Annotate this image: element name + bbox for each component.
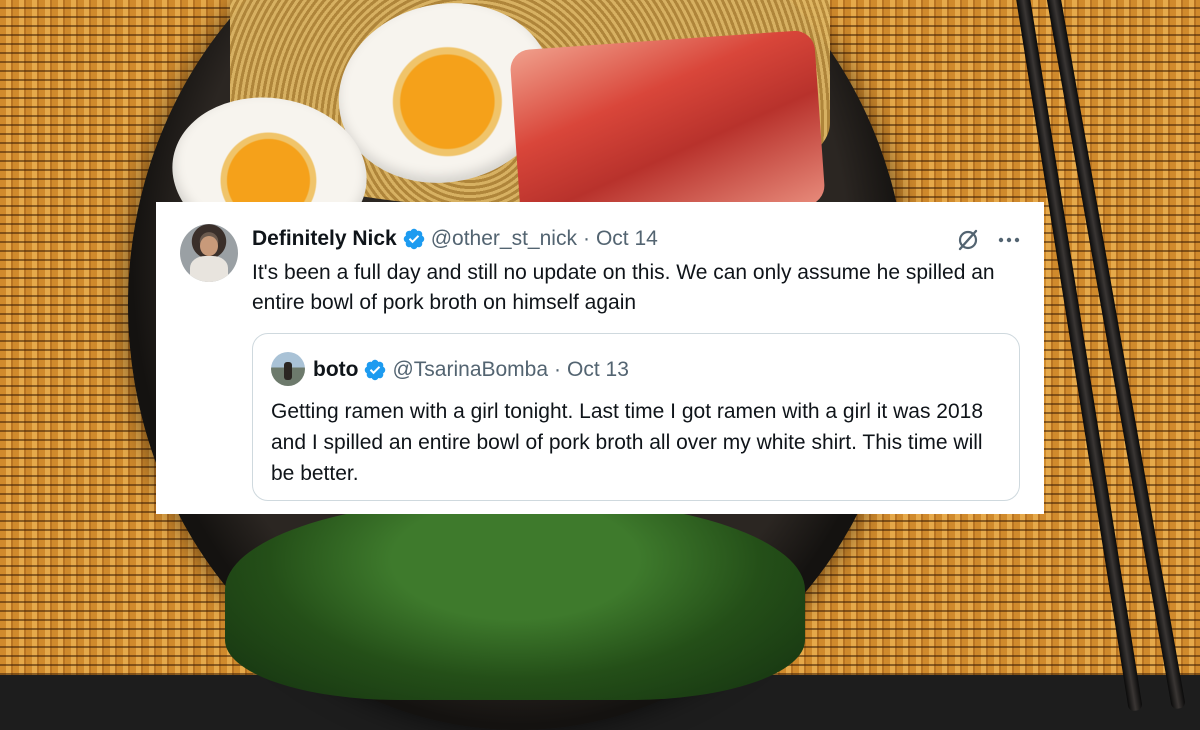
spinach-greens: [225, 500, 805, 700]
quoted-header: boto @TsarinaBomba · Oct 13: [313, 356, 629, 384]
quoted-date[interactable]: Oct 13: [567, 358, 629, 382]
tweet-text: It's been a full day and still no update…: [252, 261, 995, 314]
display-name[interactable]: Definitely Nick: [252, 227, 397, 251]
tweet-date[interactable]: Oct 14: [596, 227, 658, 251]
verified-badge-icon: [365, 359, 386, 381]
quoted-tweet[interactable]: boto @TsarinaBomba · Oct 13 Getting rame…: [252, 333, 1020, 501]
grok-icon[interactable]: [956, 228, 980, 252]
avatar-figure: [284, 362, 292, 380]
quoted-tweet-text: Getting ramen with a girl tonight. Last …: [271, 400, 984, 485]
quoted-display-name[interactable]: boto: [313, 358, 358, 382]
avatar-face: [200, 236, 218, 256]
tweet-actions: [956, 228, 1022, 252]
avatar-body: [190, 256, 228, 282]
tweet-card: Definitely Nick @other_st_nick · Oct 14 …: [156, 202, 1044, 514]
avatar[interactable]: [180, 224, 238, 282]
separator-dot: ·: [554, 358, 562, 381]
pork-belly: [509, 29, 826, 226]
quoted-handle[interactable]: @TsarinaBomba: [392, 358, 548, 382]
handle[interactable]: @other_st_nick: [431, 227, 577, 251]
tweet-header: Definitely Nick @other_st_nick · Oct 14: [252, 226, 658, 252]
quoted-avatar[interactable]: [271, 352, 305, 386]
separator-dot: ·: [582, 227, 590, 250]
verified-badge-icon: [403, 228, 424, 250]
more-icon[interactable]: [996, 228, 1022, 252]
